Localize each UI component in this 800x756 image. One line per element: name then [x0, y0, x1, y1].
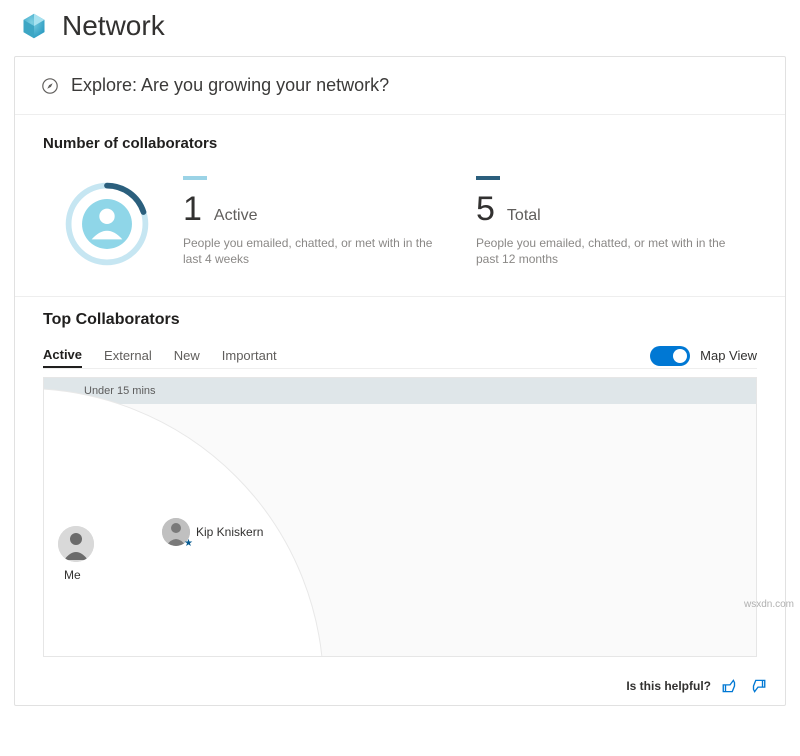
explore-row[interactable]: Explore: Are you growing your network? — [15, 57, 785, 115]
map-view-toggle[interactable] — [650, 346, 690, 366]
tab-new[interactable]: New — [174, 344, 200, 367]
me-label: Me — [64, 568, 94, 582]
stat-total-value: 5 — [476, 190, 495, 229]
tabs-row: Active External New Important Map View — [43, 343, 757, 369]
me-node[interactable]: Me — [58, 526, 94, 582]
tab-active[interactable]: Active — [43, 343, 82, 368]
explore-title: Explore: Are you growing your network? — [71, 75, 389, 96]
stat-active-value: 1 — [183, 190, 202, 229]
collaborators-heading: Number of collaborators — [43, 135, 757, 152]
feedback-prompt: Is this helpful? — [626, 679, 711, 693]
stat-total: 5 Total People you emailed, chatted, or … — [476, 176, 741, 267]
collaborator-node[interactable]: ★ Kip Kniskern — [162, 518, 263, 546]
star-icon: ★ — [184, 538, 193, 549]
stat-active: 1 Active People you emailed, chatted, or… — [183, 176, 448, 267]
page-header: Network — [0, 0, 800, 48]
compass-icon — [41, 77, 59, 95]
collaborator-name: Kip Kniskern — [196, 525, 263, 539]
collaborator-avatar: ★ — [162, 518, 190, 546]
watermark: wsxdn.com — [744, 599, 794, 610]
map-view-toggle-wrap: Map View — [650, 346, 757, 366]
thumbs-down-button[interactable] — [749, 677, 767, 695]
map-bucket-label: Under 15 mins — [44, 378, 756, 404]
feedback-row: Is this helpful? — [15, 667, 785, 705]
stat-active-label: Active — [214, 207, 258, 225]
map-view-label: Map View — [700, 348, 757, 363]
tab-important[interactable]: Important — [222, 344, 277, 367]
stat-total-bar — [476, 176, 500, 180]
page-title: Network — [62, 10, 165, 42]
stat-active-desc: People you emailed, chatted, or met with… — [183, 235, 433, 267]
me-avatar — [58, 526, 94, 562]
tab-external[interactable]: External — [104, 344, 152, 367]
top-collaborators-heading: Top Collaborators — [43, 311, 757, 329]
thumbs-up-button[interactable] — [721, 677, 739, 695]
stat-total-label: Total — [507, 207, 541, 225]
stat-active-bar — [183, 176, 207, 180]
collaborators-section: Number of collaborators — [15, 115, 785, 176]
top-collaborators-section: Top Collaborators Active External New Im… — [15, 297, 785, 667]
network-card: Explore: Are you growing your network? N… — [14, 56, 786, 706]
stat-total-desc: People you emailed, chatted, or met with… — [476, 235, 726, 267]
collaborator-map: Under 15 mins Me — [43, 377, 757, 657]
stats-row: 1 Active People you emailed, chatted, or… — [15, 176, 785, 297]
network-polygon-icon — [20, 12, 48, 40]
collaborator-ring-chart — [59, 176, 155, 272]
